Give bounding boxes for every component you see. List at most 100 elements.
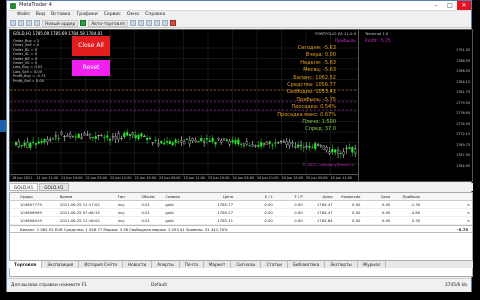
candle-body bbox=[203, 141, 206, 143]
menu-file[interactable]: Файл bbox=[17, 11, 30, 19]
candle-body bbox=[311, 147, 314, 149]
autotrading-button[interactable]: Авто-торговля bbox=[88, 19, 128, 27]
close-all-button[interactable]: Close All bbox=[72, 36, 110, 56]
menu-charts[interactable]: Графики bbox=[77, 11, 98, 19]
candle-body bbox=[148, 137, 152, 140]
column-header[interactable]: Символ bbox=[165, 193, 205, 200]
candle-chart-icon[interactable] bbox=[137, 20, 144, 26]
column-header[interactable]: Цена bbox=[305, 193, 335, 200]
candle-body bbox=[157, 143, 160, 146]
candle-body bbox=[174, 139, 177, 143]
terminal-tab[interactable]: Эксперты bbox=[325, 261, 358, 268]
zoom-in-icon[interactable] bbox=[153, 20, 160, 26]
column-header[interactable]: Цена bbox=[205, 193, 235, 200]
price-tick-label: 1786.55 bbox=[455, 69, 470, 73]
column-header[interactable]: Своп bbox=[362, 193, 392, 200]
candle-body bbox=[177, 141, 180, 143]
new-chart-icon[interactable] bbox=[10, 20, 16, 26]
terminal-tab[interactable]: Алерты bbox=[152, 261, 180, 268]
order-cell: 0.00 bbox=[381, 202, 391, 207]
symbol-tabs: GOLD,H1 GOLD,H1 bbox=[9, 183, 473, 191]
minimize-button[interactable]: – bbox=[429, 1, 443, 10]
order-row[interactable]: 104856999 2021.06.25 07:46:15 buy 0.01 gold 1… bbox=[10, 209, 472, 217]
reset-button[interactable]: Reset bbox=[72, 60, 110, 76]
profiles-icon[interactable] bbox=[18, 20, 24, 26]
symbol-tab[interactable]: GOLD,H1 bbox=[39, 183, 69, 191]
close-button[interactable]: ✕ bbox=[457, 1, 471, 10]
market-watch-icon[interactable] bbox=[26, 20, 32, 26]
order-cell: 0.00 bbox=[294, 218, 303, 223]
candle-body bbox=[291, 142, 294, 144]
column-header[interactable]: Ордер bbox=[10, 193, 60, 200]
terminal-tab[interactable]: Торговля bbox=[9, 261, 43, 268]
navigator-icon[interactable] bbox=[34, 20, 40, 26]
line-chart-icon[interactable] bbox=[145, 20, 152, 26]
price-tick-label: 1772.15 bbox=[455, 132, 470, 136]
candle-body bbox=[20, 145, 23, 147]
menu-window[interactable]: Окно bbox=[127, 11, 139, 19]
terminal-tab[interactable]: Новости bbox=[123, 261, 153, 268]
column-header[interactable]: S / L bbox=[235, 193, 275, 200]
column-header[interactable]: Тип bbox=[118, 193, 142, 200]
time-tick-label: 21 Jun 19:00 bbox=[61, 176, 83, 180]
column-header[interactable]: Прибыль bbox=[392, 193, 422, 200]
maximize-button[interactable]: □ bbox=[443, 1, 457, 10]
new-order-button[interactable]: Новый ордер bbox=[42, 19, 79, 27]
candle-body bbox=[180, 140, 183, 143]
terminal-tab[interactable]: Маркет bbox=[204, 261, 232, 268]
price-tick-label: 1779.35 bbox=[455, 100, 470, 105]
order-cell: buy bbox=[117, 210, 125, 215]
close-order-icon[interactable]: × bbox=[452, 201, 472, 208]
order-row[interactable]: 104857779 2021.06.25 11:17:02 buy 0.01 gold 1… bbox=[10, 201, 472, 209]
candle-body bbox=[165, 141, 169, 143]
terminal-tab[interactable]: Сигналы bbox=[231, 261, 262, 268]
price-chart[interactable]: GOLD,H1 1785.09 1785.69 1784.58 1784.81 … bbox=[9, 29, 359, 182]
terminal-tab[interactable]: Экспозиция bbox=[42, 261, 80, 268]
bar-chart-icon[interactable] bbox=[129, 20, 136, 26]
candle-body bbox=[248, 145, 251, 147]
order-cell: buy bbox=[117, 218, 125, 223]
candle-body bbox=[257, 145, 260, 147]
stat-line: Месяц: -5.63 bbox=[303, 67, 336, 74]
time-tick-label: 23 Jun 03:00 bbox=[159, 176, 181, 180]
close-order-icon[interactable]: × bbox=[452, 217, 472, 224]
menu-help[interactable]: Справка bbox=[145, 11, 165, 19]
order-cell: gold bbox=[165, 202, 174, 207]
price-axis-panel: Terminal 1.0 Profit: -5.75 1791.35 1788.9… bbox=[359, 29, 473, 182]
terminal-tab[interactable]: Почта bbox=[180, 261, 204, 268]
candle-body bbox=[123, 132, 126, 138]
candle-body bbox=[97, 134, 100, 136]
order-cell bbox=[422, 201, 452, 208]
terminal-tab[interactable]: Журнал bbox=[358, 261, 387, 268]
ea-label: PORTFOLIO EA 11.0.0 bbox=[315, 31, 356, 36]
column-header[interactable]: T / P bbox=[275, 193, 305, 200]
menu-insert[interactable]: Вставка bbox=[51, 11, 70, 19]
zoom-out-icon[interactable] bbox=[161, 20, 168, 26]
candle-body bbox=[242, 143, 246, 146]
order-cell: 0.00 bbox=[264, 210, 273, 215]
terminal-header-row: Ордер Время Тип Объём Символ Цена S / LT / P Це… bbox=[10, 193, 472, 201]
column-header[interactable]: Комиссия bbox=[335, 193, 363, 200]
candle-body bbox=[328, 151, 331, 154]
terminal-tab[interactable]: Библиотека bbox=[288, 261, 326, 268]
stat-line: Просадка: 0.54% bbox=[291, 104, 336, 111]
candle-body bbox=[268, 141, 271, 144]
stat-line: Сегодня: -5.63 bbox=[297, 45, 336, 51]
column-header[interactable]: Объём bbox=[141, 193, 165, 200]
column-header[interactable] bbox=[422, 193, 452, 200]
column-header[interactable] bbox=[452, 193, 472, 200]
balance-line: Баланс: 1 062.52 EUR Средства: 1 056.77 … bbox=[20, 226, 228, 232]
symbol-tab[interactable]: GOLD,H1 bbox=[9, 183, 39, 191]
terminal-tab[interactable]: История Счёта bbox=[79, 261, 123, 268]
order-row[interactable]: 104856419 2021.06.25 11:16:02 buy 0.01 gold 1… bbox=[10, 217, 472, 225]
time-tick-label: 25 Jun 03:00 bbox=[306, 176, 328, 180]
candle-body bbox=[14, 142, 18, 146]
autotrading-icon[interactable] bbox=[80, 20, 87, 26]
terminal-tab[interactable]: Статьи bbox=[261, 261, 289, 268]
menu-tools[interactable]: Сервис bbox=[104, 11, 121, 19]
close-order-icon[interactable]: × bbox=[452, 209, 472, 216]
column-header[interactable]: Время bbox=[60, 193, 118, 200]
indicators-icon[interactable] bbox=[169, 20, 176, 26]
time-tick-label: 24 Jun 03:00 bbox=[232, 176, 255, 180]
menu-view[interactable]: Вид bbox=[36, 11, 45, 19]
